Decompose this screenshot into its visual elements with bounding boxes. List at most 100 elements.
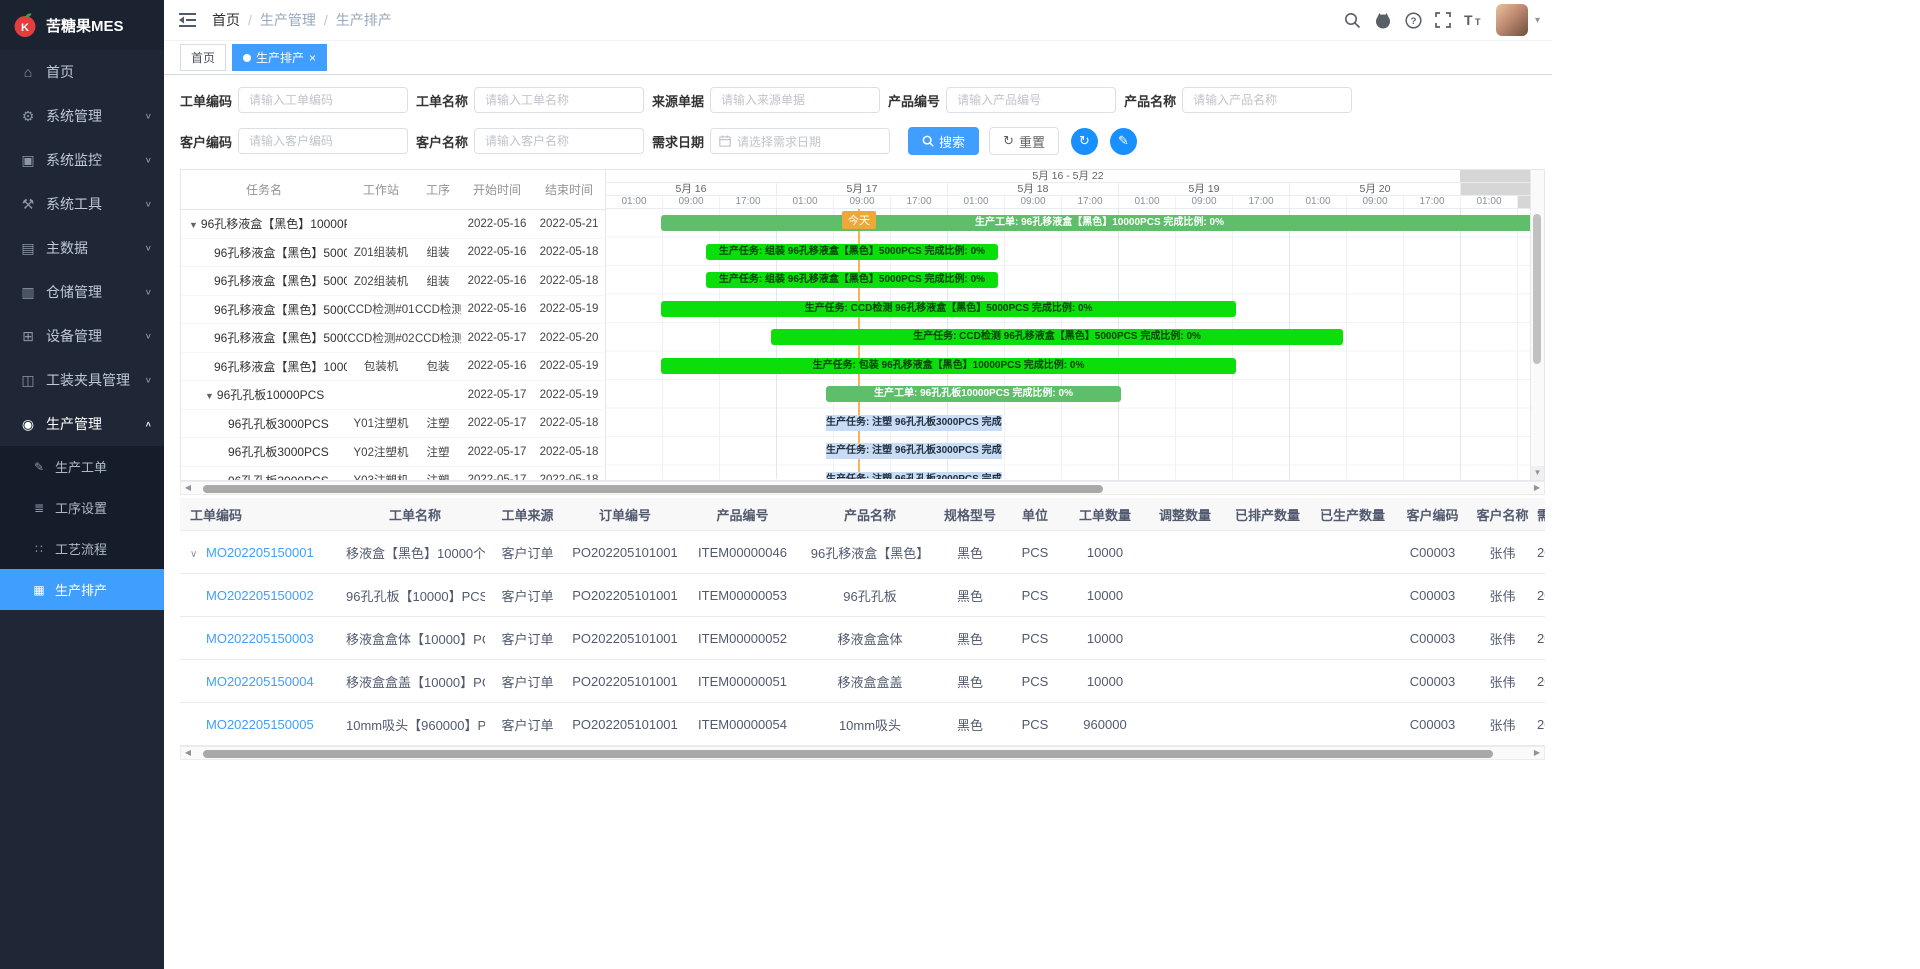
scroll-left-icon[interactable]: ◀ [181, 746, 195, 760]
orders-column-header[interactable]: 调整数量 [1145, 498, 1225, 531]
orders-column-header[interactable]: 订单编号 [570, 498, 680, 531]
orders-column-header[interactable]: 工单数量 [1065, 498, 1145, 531]
filter-input[interactable] [474, 87, 644, 113]
gantt-horizontal-scrollbar[interactable]: ◀ ▶ [180, 481, 1545, 495]
sidebar-submenu-item[interactable]: ✎ 生产工单 [0, 446, 164, 487]
sidebar-menu-item[interactable]: ⊞ 设备管理 ∨ [0, 314, 164, 358]
user-menu-caret-icon[interactable]: ▾ [1535, 15, 1540, 26]
order-row[interactable]: MO202205150002 96孔孔板【10000】PCS 客户订单 PO20… [180, 574, 1545, 617]
gantt-task-row[interactable]: 96孔移液盒【黑色】5000PCS Z02组装机 组装 2022-05-16 2… [181, 267, 605, 296]
sidebar-menu-item[interactable]: ▤ 主数据 ∨ [0, 226, 164, 270]
sidebar-menu-item[interactable]: ◉ 生产管理 ∧ [0, 402, 164, 446]
sidebar-toggle-icon[interactable] [179, 13, 196, 27]
tab-scheduling[interactable]: 生产排产 × [232, 44, 327, 71]
brand[interactable]: K 苦糖果MES [0, 0, 164, 50]
breadcrumb-home[interactable]: 首页 [212, 10, 240, 30]
scrollbar-track[interactable] [195, 747, 1530, 759]
breadcrumb-production[interactable]: 生产管理 [260, 10, 316, 30]
orders-column-header[interactable]: 工单名称 [345, 498, 485, 531]
order-code-link[interactable]: MO202205150005 [206, 717, 314, 732]
order-row[interactable]: ∨MO202205150001 移液盒【黑色】10000个 客户订单 PO202… [180, 531, 1545, 574]
orders-horizontal-scrollbar[interactable]: ◀ ▶ [180, 746, 1545, 760]
sidebar-submenu-item[interactable]: ∷ 工艺流程 [0, 528, 164, 569]
tab-home[interactable]: 首页 [180, 44, 226, 71]
gantt-task-row[interactable]: 96孔孔板3000PCS Y03注塑机 注塑 2022-05-17 2022-0… [181, 467, 605, 481]
order-code-link[interactable]: MO202205150004 [206, 674, 314, 689]
gantt-bar[interactable]: 生产任务: CCD检测 96孔移液盒【黑色】5000PCS 完成比例: 0% [661, 301, 1236, 317]
row-expand-icon[interactable]: ∨ [190, 549, 206, 560]
font-size-icon[interactable]: T T [1464, 12, 1483, 28]
orders-column-header[interactable]: 已生产数量 [1310, 498, 1395, 531]
gantt-bar[interactable]: 生产任务: 注塑 96孔孔板3000PCS 完成比例: 0% [826, 415, 998, 431]
filter-input[interactable] [474, 128, 644, 154]
gantt-task-row[interactable]: 96孔移液盒【黑色】5000PCS Z01组装机 组装 2022-05-16 2… [181, 239, 605, 268]
gantt-task-row[interactable]: ▼96孔移液盒【黑色】10000PCS 2022-05-16 2022-05-2… [181, 210, 605, 239]
sidebar-menu-item[interactable]: ⌂ 首页 [0, 50, 164, 94]
order-row[interactable]: MO202205150003 移液盒盒体【10000】PCS 客户订单 PO20… [180, 617, 1545, 660]
gantt-bar[interactable]: 生产任务: 组装 96孔移液盒【黑色】5000PCS 完成比例: 0% [706, 272, 998, 288]
search-icon[interactable] [1344, 12, 1361, 29]
gantt-bar[interactable]: 生产工单: 96孔孔板10000PCS 完成比例: 0% [826, 386, 1121, 402]
filter-input[interactable] [946, 87, 1116, 113]
order-code-link[interactable]: MO202205150003 [206, 631, 314, 646]
orders-column-header[interactable]: 产品名称 [805, 498, 935, 531]
orders-column-header[interactable]: 规格型号 [935, 498, 1005, 531]
gantt-bar[interactable]: 生产任务: 注塑 96孔孔板3000PCS 完成比例: 0% [826, 472, 998, 479]
filter-input[interactable] [1182, 87, 1352, 113]
search-button[interactable]: 搜索 [908, 127, 979, 155]
order-row[interactable]: MO202205150004 移液盒盒盖【10000】PCS 客户订单 PO20… [180, 660, 1545, 703]
orders-column-header[interactable]: 客户名称 [1470, 498, 1535, 531]
gantt-bar[interactable]: 生产任务: 包装 96孔移液盒【黑色】10000PCS 完成比例: 0% [661, 358, 1236, 374]
sidebar-menu-item[interactable]: ◫ 工装夹具管理 ∨ [0, 358, 164, 402]
gantt-bar[interactable]: 生产工单: 96孔移液盒【黑色】10000PCS 完成比例: 0% [661, 215, 1530, 231]
gantt-task-row[interactable]: 96孔移液盒【黑色】10000PCS 包装机 包装 2022-05-16 202… [181, 353, 605, 382]
scrollbar-thumb[interactable] [1533, 214, 1541, 364]
edit-circle-button[interactable]: ✎ [1110, 128, 1137, 155]
user-avatar[interactable] [1496, 4, 1528, 36]
tab-close-icon[interactable]: × [309, 52, 316, 64]
github-icon[interactable] [1374, 12, 1392, 29]
order-row[interactable]: MO202205150005 10mm吸头【960000】PCS 客户订单 PO… [180, 703, 1545, 746]
sidebar-submenu-item[interactable]: ≣ 工序设置 [0, 487, 164, 528]
tree-expand-icon[interactable]: ▼ [189, 220, 198, 230]
tree-expand-icon[interactable]: ▼ [205, 391, 214, 401]
scroll-right-icon[interactable]: ▶ [1530, 481, 1544, 495]
reset-button[interactable]: ↻ 重置 [989, 127, 1059, 155]
gantt-task-row[interactable]: 96孔移液盒【黑色】5000PCS CCD检测#02 CCD检测 2022-05… [181, 324, 605, 353]
scrollbar-thumb[interactable] [203, 485, 1103, 493]
help-icon[interactable]: ? [1405, 12, 1422, 29]
order-code-link[interactable]: MO202205150001 [206, 545, 314, 560]
filter-input[interactable] [710, 87, 880, 113]
sidebar-menu-item[interactable]: ▥ 仓储管理 ∨ [0, 270, 164, 314]
filter-input[interactable] [238, 128, 408, 154]
gantt-task-row[interactable]: 96孔孔板3000PCS Y01注塑机 注塑 2022-05-17 2022-0… [181, 410, 605, 439]
scroll-down-icon[interactable]: ▼ [1531, 466, 1544, 480]
refresh-circle-button[interactable]: ↻ [1071, 128, 1098, 155]
gantt-bar[interactable]: 生产任务: 组装 96孔移液盒【黑色】5000PCS 完成比例: 0% [706, 244, 998, 260]
orders-column-header[interactable]: 产品编号 [680, 498, 805, 531]
orders-column-header[interactable]: 工单来源 [485, 498, 570, 531]
sidebar-menu-item[interactable]: ▣ 系统监控 ∨ [0, 138, 164, 182]
fullscreen-icon[interactable] [1435, 12, 1451, 28]
gantt-vertical-scrollbar[interactable]: ▼ [1530, 170, 1544, 480]
scroll-left-icon[interactable]: ◀ [181, 481, 195, 495]
gantt-task-row[interactable]: 96孔移液盒【黑色】5000PCS CCD检测#01 CCD检测 2022-05… [181, 296, 605, 325]
scrollbar-track[interactable] [195, 482, 1530, 494]
gantt-task-row[interactable]: ▼96孔孔板10000PCS 2022-05-17 2022-05-19 [181, 381, 605, 410]
order-code-link[interactable]: MO202205150002 [206, 588, 314, 603]
orders-column-header[interactable]: 需求日期 [1535, 498, 1545, 531]
sidebar-menu-item[interactable]: ⚒ 系统工具 ∨ [0, 182, 164, 226]
gantt-task-row[interactable]: 96孔孔板3000PCS Y02注塑机 注塑 2022-05-17 2022-0… [181, 438, 605, 467]
scroll-right-icon[interactable]: ▶ [1530, 746, 1544, 760]
filter-input[interactable] [238, 87, 408, 113]
demand-date-input[interactable]: 请选择需求日期 [710, 128, 890, 154]
sidebar-submenu-item[interactable]: ▦ 生产排产 [0, 569, 164, 610]
sidebar-menu-item[interactable]: ⚙ 系统管理 ∨ [0, 94, 164, 138]
gantt-bar[interactable]: 生产任务: 注塑 96孔孔板3000PCS 完成比例: 0% [826, 443, 998, 459]
orders-column-header[interactable]: 已排产数量 [1225, 498, 1310, 531]
gantt-bar[interactable]: 生产任务: CCD检测 96孔移液盒【黑色】5000PCS 完成比例: 0% [771, 329, 1343, 345]
orders-column-header[interactable]: 单位 [1005, 498, 1065, 531]
orders-column-header[interactable]: 工单编码 [180, 498, 345, 531]
scrollbar-thumb[interactable] [203, 750, 1493, 758]
orders-column-header[interactable]: 客户编码 [1395, 498, 1470, 531]
